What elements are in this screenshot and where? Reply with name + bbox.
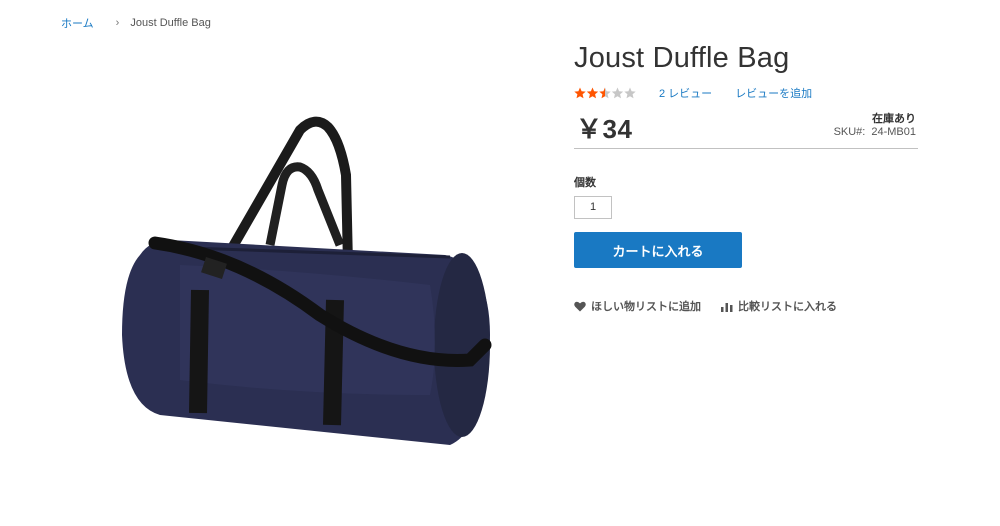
breadcrumb-current: Joust Duffle Bag [130, 17, 211, 29]
price-box: ￥34 在庫あり SKU#: 24-MB01 [574, 107, 918, 149]
breadcrumb-separator: › [115, 17, 120, 29]
qty-input[interactable]: 1 [574, 196, 612, 219]
add-to-compare-link[interactable]: 比較リストに入れる [721, 298, 837, 314]
product-sku: SKU#: 24-MB01 [834, 126, 916, 138]
product-info: Joust Duffle Bag 2 レビュー レビューを追加 ￥34 在庫あり… [574, 40, 918, 314]
stock-status: 在庫あり [872, 113, 916, 125]
product-social-links: ほしい物リストに追加 比較リストに入れる [574, 298, 918, 314]
qty-label: 個数 [574, 177, 596, 189]
product-price: ￥34 [576, 114, 633, 144]
breadcrumb: ホーム › Joust Duffle Bag [61, 15, 211, 31]
product-image[interactable] [100, 95, 510, 465]
breadcrumb-home-link[interactable]: ホーム [61, 15, 94, 31]
sku-value: 24-MB01 [871, 126, 916, 138]
reviews-count-link[interactable]: 2 レビュー [659, 85, 712, 101]
wishlist-label: ほしい物リストに追加 [591, 301, 701, 313]
sku-label: SKU#: [833, 126, 866, 138]
compare-label: 比較リストに入れる [738, 301, 837, 313]
page-title: Joust Duffle Bag [574, 42, 790, 74]
add-to-wishlist-link[interactable]: ほしい物リストに追加 [574, 298, 701, 314]
add-to-cart-button[interactable]: カートに入れる [574, 232, 742, 268]
bar-chart-icon [721, 302, 733, 312]
add-review-link[interactable]: レビューを追加 [735, 85, 812, 101]
star-rating-icon [574, 87, 636, 99]
duffle-bag-image [122, 116, 492, 445]
heart-icon [574, 301, 586, 311]
rating-summary: 2 レビュー レビューを追加 [574, 85, 918, 101]
rating-stars [574, 87, 636, 99]
